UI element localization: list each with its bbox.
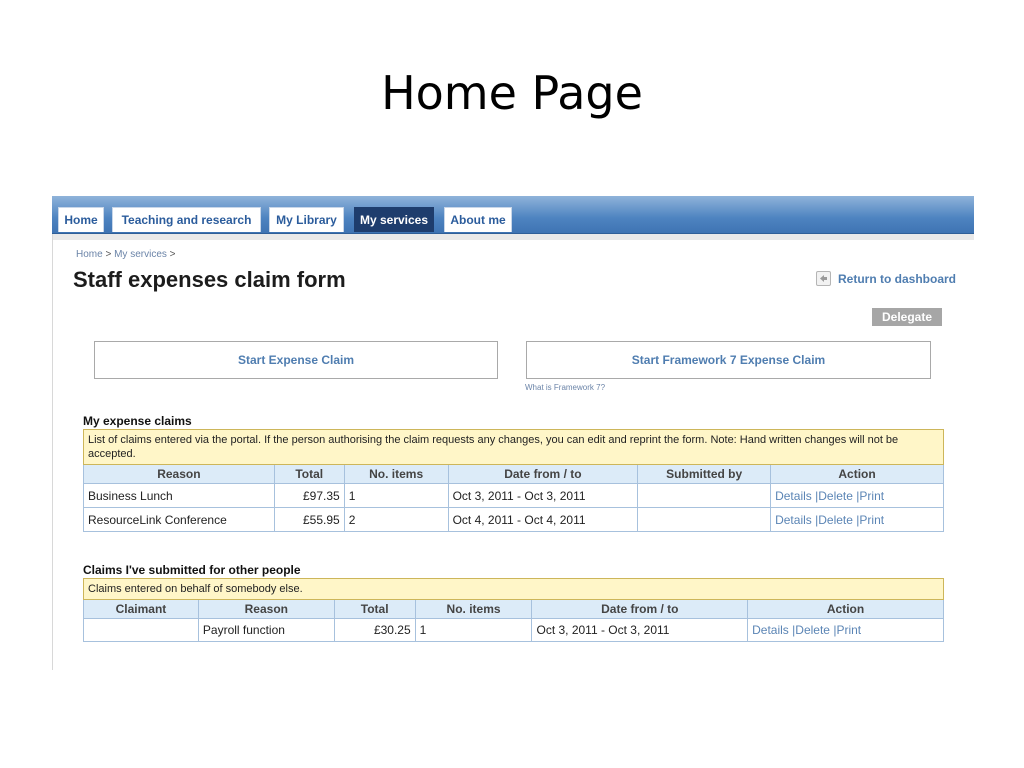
other-claims-heading: Claims I've submitted for other people xyxy=(83,563,301,577)
tab-teaching-research[interactable]: Teaching and research xyxy=(112,207,261,232)
claim-dates: Oct 3, 2011 - Oct 3, 2011 xyxy=(447,483,639,508)
start-framework-7-claim-button[interactable]: Start Framework 7 Expense Claim xyxy=(526,341,931,379)
row-actions: Details |Delete |Print xyxy=(770,507,944,532)
claim-reason: ResourceLink Conference xyxy=(83,507,275,532)
row-actions: Details |Delete |Print xyxy=(770,483,944,508)
claim-total: £97.35 xyxy=(273,483,345,508)
breadcrumb: Home > My services > xyxy=(76,249,176,260)
column-header: Date from / to xyxy=(531,599,749,619)
framework-7-help-link[interactable]: What is Framework 7? xyxy=(525,383,605,392)
claim-dates: Oct 3, 2011 - Oct 3, 2011 xyxy=(531,618,749,642)
claim-submitted-by xyxy=(637,507,772,532)
return-to-dashboard-link[interactable]: Return to dashboard xyxy=(816,271,956,286)
column-header: Reason xyxy=(83,464,275,484)
table-row: Payroll function £30.25 1 Oct 3, 2011 - … xyxy=(83,618,944,642)
claim-reason: Business Lunch xyxy=(83,483,275,508)
column-header: Action xyxy=(747,599,944,619)
my-expense-claims-table: List of claims entered via the portal. I… xyxy=(83,429,944,532)
tab-home[interactable]: Home xyxy=(58,207,104,232)
claim-claimant xyxy=(83,618,199,642)
table-note: List of claims entered via the portal. I… xyxy=(83,429,944,465)
other-claims-table: Claims entered on behalf of somebody els… xyxy=(83,578,944,642)
left-border xyxy=(52,234,53,670)
return-to-dashboard-label: Return to dashboard xyxy=(838,271,957,286)
print-link[interactable]: Print xyxy=(859,513,884,527)
print-link[interactable]: Print xyxy=(836,623,861,637)
delete-link[interactable]: Delete xyxy=(795,623,830,637)
table-note: Claims entered on behalf of somebody els… xyxy=(83,578,944,600)
details-link[interactable]: Details xyxy=(752,623,789,637)
breadcrumb-separator: > xyxy=(105,249,112,260)
my-expense-claims-heading: My expense claims xyxy=(83,414,192,428)
table-row: Business Lunch £97.35 1 Oct 3, 2011 - Oc… xyxy=(83,483,944,508)
breadcrumb-separator: > xyxy=(169,249,176,260)
tab-my-services[interactable]: My services xyxy=(354,207,434,232)
column-header: Total xyxy=(273,464,345,484)
details-link[interactable]: Details xyxy=(775,489,812,503)
claim-items: 1 xyxy=(343,483,449,508)
claim-total: £30.25 xyxy=(333,618,416,642)
column-header: Date from / to xyxy=(447,464,639,484)
column-header: Claimant xyxy=(83,599,199,619)
column-header: Total xyxy=(333,599,416,619)
breadcrumb-home[interactable]: Home xyxy=(76,249,103,260)
delete-link[interactable]: Delete xyxy=(818,513,853,527)
delete-link[interactable]: Delete xyxy=(818,489,853,503)
start-expense-claim-button[interactable]: Start Expense Claim xyxy=(94,341,498,379)
column-header: Submitted by xyxy=(637,464,772,484)
row-actions: Details |Delete |Print xyxy=(747,618,944,642)
breadcrumb-my-services[interactable]: My services xyxy=(114,249,167,260)
top-navigation: Home Teaching and research My Library My… xyxy=(52,196,974,234)
claim-items: 1 xyxy=(414,618,533,642)
details-link[interactable]: Details xyxy=(775,513,812,527)
table-row: ResourceLink Conference £55.95 2 Oct 4, … xyxy=(83,507,944,532)
column-header: Reason xyxy=(197,599,335,619)
claim-dates: Oct 4, 2011 - Oct 4, 2011 xyxy=(447,507,639,532)
delegate-button[interactable]: Delegate xyxy=(872,308,942,326)
column-header: No. items xyxy=(343,464,449,484)
claim-reason: Payroll function xyxy=(197,618,335,642)
nav-subbar xyxy=(52,234,974,240)
tab-my-library[interactable]: My Library xyxy=(269,207,344,232)
claim-submitted-by xyxy=(637,483,772,508)
slide-title: Home Page xyxy=(381,66,643,120)
column-header: No. items xyxy=(414,599,533,619)
page-title: Staff expenses claim form xyxy=(73,267,346,292)
app-screenshot: Home Teaching and research My Library My… xyxy=(52,196,974,670)
column-header: Action xyxy=(770,464,944,484)
claim-total: £55.95 xyxy=(273,507,345,532)
print-link[interactable]: Print xyxy=(859,489,884,503)
tab-about-me[interactable]: About me xyxy=(444,207,512,232)
claim-items: 2 xyxy=(343,507,449,532)
arrow-left-icon xyxy=(816,271,831,286)
